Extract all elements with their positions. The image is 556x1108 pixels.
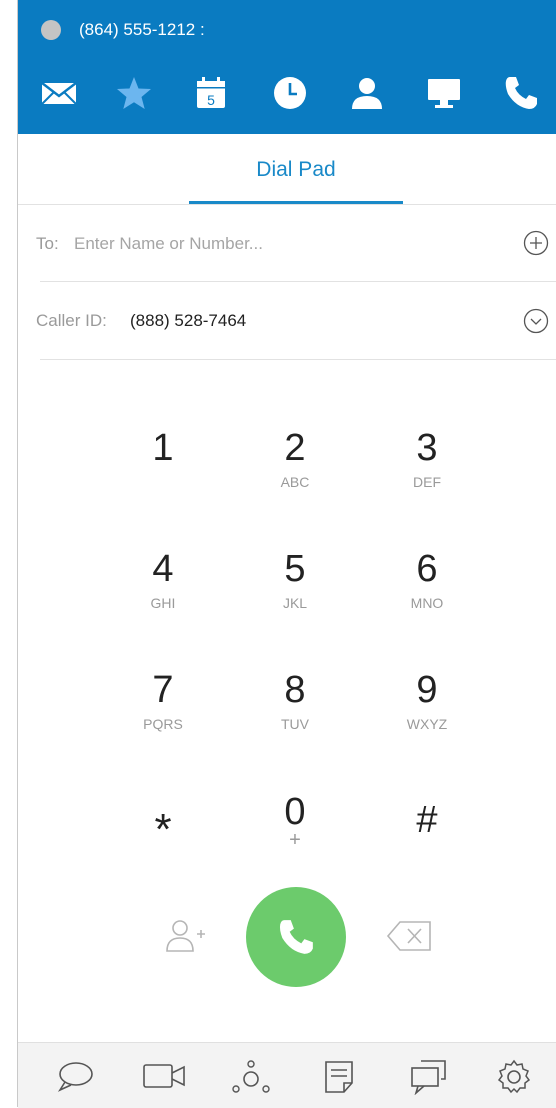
key-0[interactable]: 0 + bbox=[245, 792, 345, 882]
key-digit: 0 bbox=[284, 791, 306, 833]
key-9[interactable]: 9 WXYZ bbox=[377, 670, 477, 760]
divider bbox=[40, 359, 556, 360]
monitor-icon[interactable] bbox=[425, 74, 463, 112]
key-digit: 4 bbox=[152, 548, 174, 590]
key-digit: 7 bbox=[152, 669, 174, 711]
mail-icon[interactable] bbox=[40, 74, 78, 112]
key-6[interactable]: 6 MNO bbox=[377, 549, 477, 639]
notes-icon[interactable] bbox=[322, 1059, 362, 1095]
bottom-toolbar bbox=[18, 1042, 556, 1108]
contact-icon[interactable] bbox=[348, 74, 386, 112]
key-letters: WXYZ bbox=[406, 716, 448, 732]
key-digit: 9 bbox=[416, 669, 438, 711]
video-camera-icon[interactable] bbox=[142, 1059, 185, 1095]
key-letters: GHI bbox=[150, 595, 176, 611]
star-icon[interactable] bbox=[115, 74, 153, 112]
divider bbox=[18, 204, 556, 205]
call-button[interactable] bbox=[246, 887, 346, 987]
key-letters: + bbox=[289, 829, 301, 851]
key-7[interactable]: 7 PQRS bbox=[113, 670, 213, 760]
key-2[interactable]: 2 ABC bbox=[245, 428, 345, 518]
key-hash[interactable]: # bbox=[377, 792, 477, 882]
add-contact-icon[interactable] bbox=[164, 917, 210, 957]
key-letters: JKL bbox=[282, 595, 308, 611]
key-8[interactable]: 8 TUV bbox=[245, 670, 345, 760]
account-phone-number[interactable]: (864) 555-1212 : bbox=[79, 20, 205, 40]
top-header: (864) 555-1212 : 5 bbox=[18, 0, 556, 134]
key-1[interactable]: 1 bbox=[113, 428, 213, 518]
phone-icon bbox=[279, 920, 313, 954]
key-digit: 6 bbox=[416, 548, 438, 590]
divider bbox=[40, 281, 556, 282]
clock-icon[interactable] bbox=[271, 74, 309, 112]
key-3[interactable]: 3 DEF bbox=[377, 428, 477, 518]
key-digit: # bbox=[416, 799, 438, 841]
add-recipient-icon[interactable] bbox=[523, 230, 549, 256]
backspace-icon[interactable] bbox=[386, 918, 434, 954]
caller-id-dropdown-icon[interactable] bbox=[523, 308, 549, 334]
key-digit: 3 bbox=[416, 427, 438, 469]
settings-gear-icon[interactable] bbox=[494, 1059, 534, 1095]
messages-icon[interactable] bbox=[409, 1059, 449, 1095]
conference-icon[interactable] bbox=[231, 1059, 271, 1095]
key-digit: 8 bbox=[284, 669, 306, 711]
tab-dial-pad[interactable]: Dial Pad bbox=[189, 150, 403, 190]
key-letters: ABC bbox=[280, 474, 310, 490]
dialer-app: (864) 555-1212 : 5 Dial Pad To: Enter Na… bbox=[18, 0, 556, 1108]
key-letters: MNO bbox=[410, 595, 444, 611]
key-digit: 5 bbox=[284, 548, 306, 590]
calendar-icon[interactable]: 5 bbox=[192, 74, 230, 112]
key-digit: * bbox=[154, 805, 172, 854]
to-label: To: bbox=[36, 234, 59, 253]
presence-status-indicator[interactable] bbox=[41, 20, 61, 40]
key-digit: 2 bbox=[284, 427, 306, 469]
caller-id-label: Caller ID: bbox=[36, 311, 107, 330]
key-letters: PQRS bbox=[143, 716, 183, 732]
to-input[interactable] bbox=[74, 230, 494, 258]
key-5[interactable]: 5 JKL bbox=[245, 549, 345, 639]
key-letters: TUV bbox=[281, 716, 309, 732]
key-letters: DEF bbox=[413, 474, 441, 490]
key-digit: 1 bbox=[152, 427, 174, 469]
key-4[interactable]: 4 GHI bbox=[113, 549, 213, 639]
svg-text:5: 5 bbox=[207, 92, 215, 108]
key-star[interactable]: * bbox=[113, 792, 213, 882]
caller-id-value[interactable]: (888) 528-7464 bbox=[130, 309, 246, 333]
phone-icon[interactable] bbox=[502, 74, 540, 112]
chat-bubble-icon[interactable] bbox=[55, 1059, 95, 1095]
